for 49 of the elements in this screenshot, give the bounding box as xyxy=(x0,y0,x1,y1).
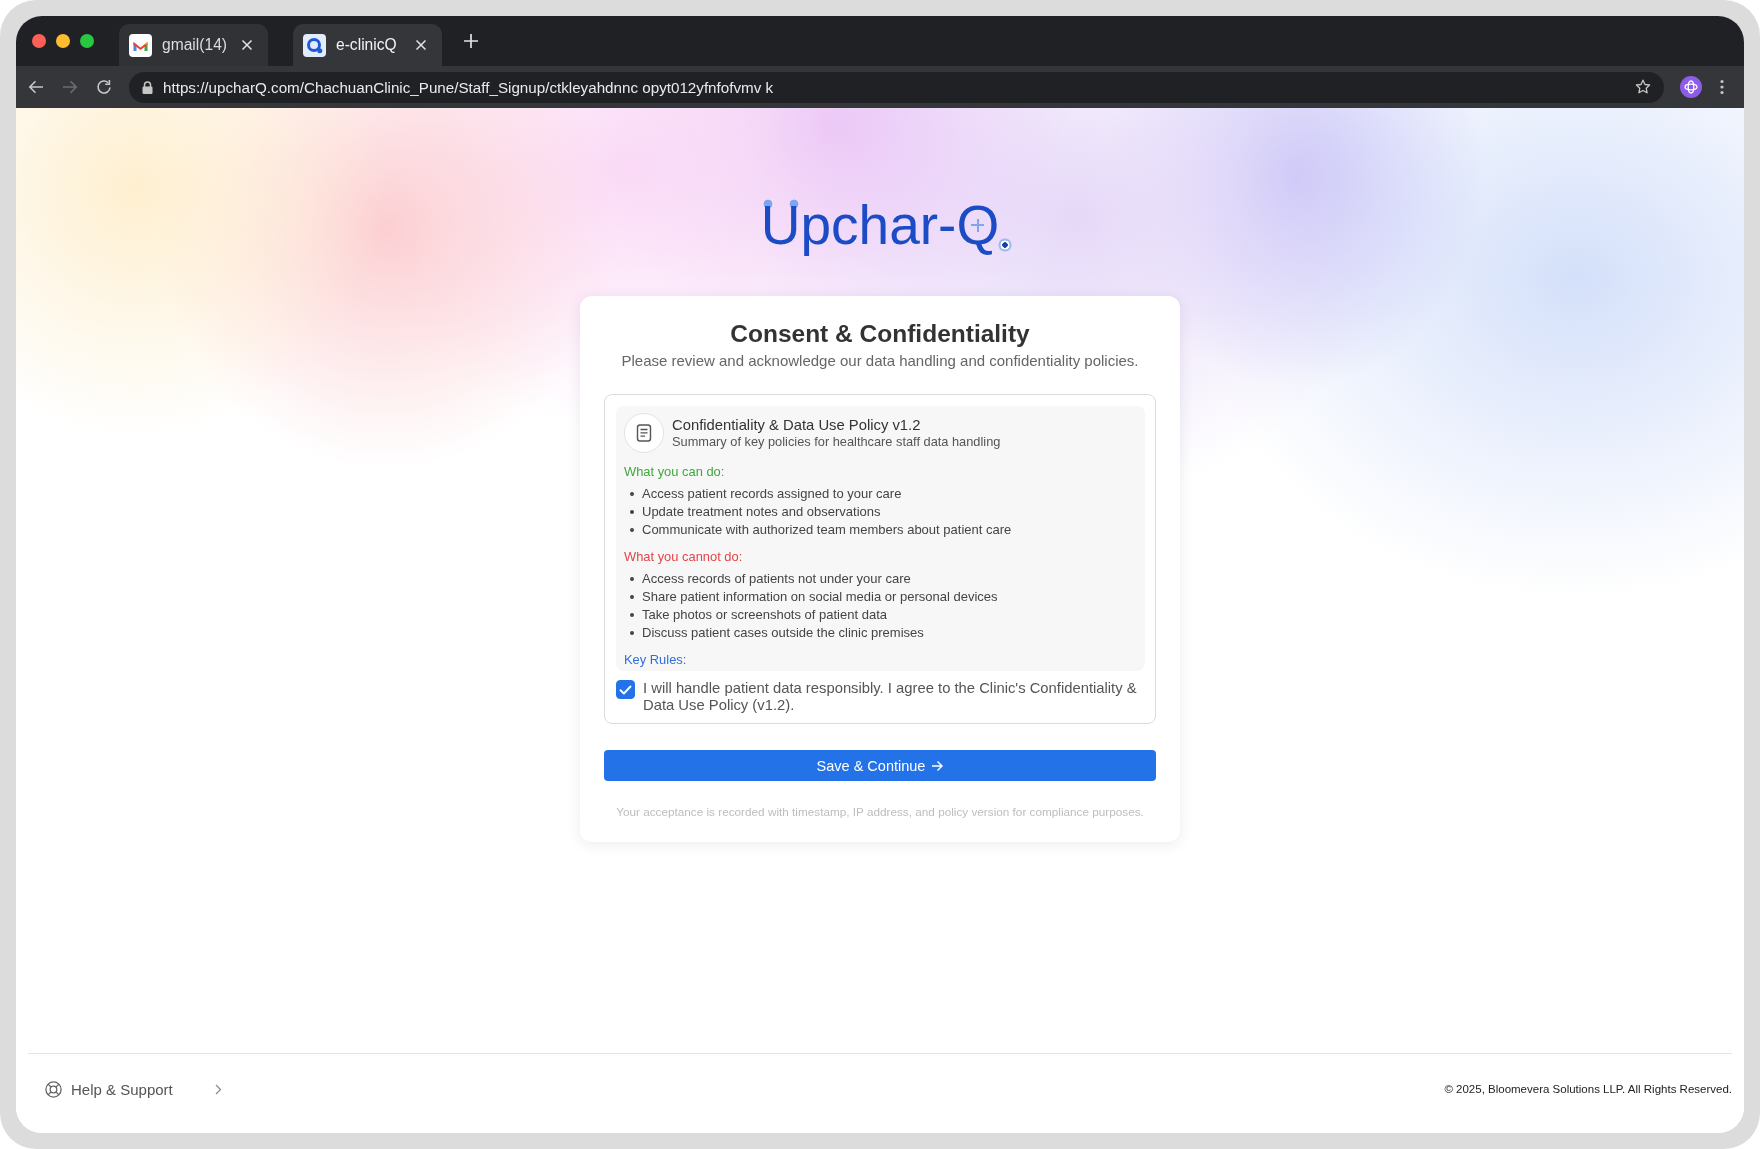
profile-icon[interactable] xyxy=(1680,76,1702,98)
list-item: Access patient records assigned to your care xyxy=(642,485,902,503)
consent-checkbox[interactable] xyxy=(616,680,635,699)
card-subtitle: Please review and acknowledge our data handling and confidentiality policies. xyxy=(620,352,1140,370)
list-item: Share patient information on social media or personal devices xyxy=(642,588,998,606)
reload-icon[interactable] xyxy=(96,79,112,95)
policy-subtitle: Summary of key policies for healthcare staff data handling xyxy=(672,434,1001,450)
new-tab-icon[interactable] xyxy=(463,33,479,49)
close-icon[interactable] xyxy=(415,39,427,51)
list-item: Update treatment notes and observations xyxy=(642,503,881,521)
section-heading: What you cannot do: xyxy=(624,549,744,565)
copyright-text: © 2025, Bloomevera Solutions LLP. All Rights Reserved. xyxy=(1444,1082,1732,1097)
back-icon[interactable] xyxy=(28,79,44,95)
footnote-text: Your acceptance is recorded with timestamp, IP address, and policy version for compliance purposes. xyxy=(615,805,1145,819)
close-icon[interactable] xyxy=(241,39,253,51)
address-bar[interactable]: https://upcharQ.com/ChachuanClinic_Pune/Staff_Signup/ctkleyahdnnc opyt012yfnfofvmv k xyxy=(129,71,1664,103)
chevron-right-icon xyxy=(214,1083,222,1095)
browser-tab[interactable]: gmail(14) xyxy=(119,24,268,66)
arrow-right-icon xyxy=(931,759,944,772)
bullet-icon xyxy=(630,510,634,514)
card-title: Consent & Confidentiality xyxy=(729,320,1031,348)
save-continue-button[interactable]: Save & Continue xyxy=(604,750,1156,781)
star-icon[interactable] xyxy=(1635,79,1651,95)
bullet-icon xyxy=(630,631,634,635)
window-minimize-button[interactable] xyxy=(56,34,70,48)
ring-icon xyxy=(303,33,326,57)
bullet-icon xyxy=(630,577,634,581)
bullet-icon xyxy=(630,528,634,532)
window-zoom-button[interactable] xyxy=(80,34,94,48)
mail-icon xyxy=(129,33,152,57)
browser-tab[interactable]: e-clinicQ xyxy=(293,24,442,66)
section-heading: What you can do: xyxy=(624,464,726,480)
section-heading: Key Rules: xyxy=(624,652,688,668)
bullet-icon xyxy=(630,492,634,496)
list-item: Access records of patients not under your care xyxy=(642,570,911,588)
document-icon xyxy=(624,413,664,453)
bullet-icon xyxy=(630,613,634,617)
consent-label: I will handle patient data responsibly. I agree to the Clinic's Confidentiality & Data Use Policy (v1.2). xyxy=(643,680,1138,714)
menu-icon[interactable] xyxy=(1720,79,1724,95)
list-item: Communicate with authorized team members about patient care xyxy=(642,521,1012,539)
policy-title: Confidentiality & Data Use Policy v1.2 xyxy=(672,416,922,434)
bullet-icon xyxy=(630,595,634,599)
list-item: Take photos or screenshots of patient data xyxy=(642,606,887,624)
checkmark-icon xyxy=(619,684,632,695)
lock-icon xyxy=(142,80,153,94)
life-ring-icon xyxy=(45,1080,62,1098)
help-support-link[interactable]: Help & Support xyxy=(45,1079,222,1099)
window-close-button[interactable] xyxy=(32,34,46,48)
list-item: Discuss patient cases outside the clinic premises xyxy=(642,624,924,642)
